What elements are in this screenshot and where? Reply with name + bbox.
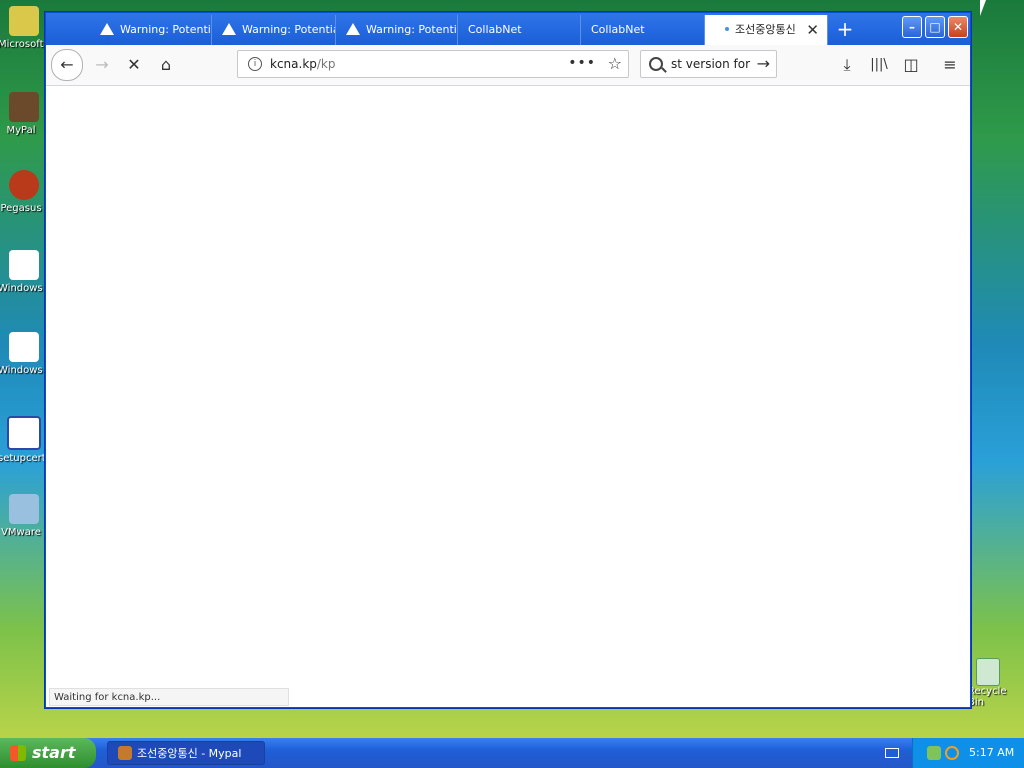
page-actions-icon[interactable]: ••• xyxy=(568,51,596,75)
library-button[interactable]: |||\ xyxy=(865,51,893,79)
pegasus-desktop-icon[interactable]: Pegasus xyxy=(0,170,48,215)
mypal-icon xyxy=(118,746,132,760)
system-tray: 5:17 AM xyxy=(912,738,1024,768)
tab-warning-1[interactable]: !Warning: Potential Security Risk Ahead xyxy=(90,15,212,45)
minimize-button[interactable]: – xyxy=(902,16,922,38)
taskbar: start 조선중앙통신 - Mypal 5:17 AM xyxy=(0,738,1024,768)
search-tray-icon[interactable] xyxy=(945,746,959,760)
windows-ultimate-desktop-icon-2[interactable]: Windows Ultimate xyxy=(0,332,48,377)
address-bar[interactable]: i kcna.kp/kp ••• ☆ xyxy=(237,50,629,78)
windows-logo-icon xyxy=(10,745,26,761)
vmware-desktop-icon[interactable]: VMware xyxy=(0,494,48,539)
outlook-icon xyxy=(9,6,39,36)
home-button[interactable]: ⌂ xyxy=(152,51,180,79)
tab-kcna-active[interactable]: 조선중앙통신 ✕ xyxy=(705,15,828,45)
warning-icon: ! xyxy=(222,23,236,45)
status-panel: Waiting for kcna.kp... xyxy=(49,688,289,706)
downloads-button[interactable]: ⤓ xyxy=(833,51,861,79)
mypal-icon xyxy=(9,92,39,122)
browser-window: !Warning: Potential Security Risk Ahead … xyxy=(44,11,972,709)
mouse-cursor-icon xyxy=(980,0,992,16)
pegasus-icon xyxy=(9,170,39,200)
search-input[interactable]: st version for xyxy=(671,51,751,77)
warning-icon: ! xyxy=(346,23,360,45)
navigation-toolbar: ← → ✕ ⌂ i kcna.kp/kp ••• ☆ st version fo… xyxy=(46,45,970,86)
tab-warning-3[interactable]: !Warning: Potential Security Risk Ahead xyxy=(336,15,458,45)
close-window-button[interactable]: ✕ xyxy=(948,16,968,38)
app-window-icon xyxy=(7,416,41,450)
start-button[interactable]: start xyxy=(0,738,96,768)
tab-strip: !Warning: Potential Security Risk Ahead … xyxy=(46,13,970,45)
bookmark-star-icon[interactable]: ☆ xyxy=(608,51,622,77)
menu-button[interactable]: ≡ xyxy=(936,51,964,79)
sidebar-button[interactable]: ◫ xyxy=(897,51,925,79)
search-go-icon[interactable]: → xyxy=(757,51,770,77)
ie-icon xyxy=(9,332,39,362)
search-bar[interactable]: st version for → xyxy=(640,50,777,78)
forward-button[interactable]: → xyxy=(88,51,116,79)
page-content: Waiting for kcna.kp... xyxy=(46,86,970,707)
close-tab-icon[interactable]: ✕ xyxy=(806,15,819,45)
ie-icon xyxy=(9,250,39,280)
keyboard-icon[interactable] xyxy=(885,748,899,758)
recycle-bin[interactable]: Recycle Bin xyxy=(968,658,1024,708)
mypal-desktop-icon[interactable]: MyPal xyxy=(0,92,48,137)
tab-warning-2[interactable]: !Warning: Potential Security Risk Ahead xyxy=(212,15,336,45)
loading-dot-icon xyxy=(725,27,729,31)
warning-icon: ! xyxy=(100,23,114,45)
taskbar-window-button[interactable]: 조선중앙통신 - Mypal xyxy=(107,741,265,765)
recycle-bin-icon xyxy=(976,658,1000,686)
network-icon[interactable] xyxy=(927,746,941,760)
tab-collabnet-1[interactable]: CollabNet xyxy=(458,15,581,45)
maximize-button[interactable]: □ xyxy=(925,16,945,38)
setupcert-desktop-icon[interactable]: setupcert xyxy=(0,416,48,465)
url-text[interactable]: kcna.kp/kp xyxy=(270,51,336,77)
clock[interactable]: 5:17 AM xyxy=(969,738,1014,768)
vmware-icon xyxy=(9,494,39,524)
info-icon[interactable]: i xyxy=(248,57,262,71)
search-icon xyxy=(649,57,663,71)
back-button[interactable]: ← xyxy=(51,49,83,81)
new-tab-button[interactable]: + xyxy=(830,15,860,45)
stop-button[interactable]: ✕ xyxy=(120,51,148,79)
tab-collabnet-2[interactable]: CollabNet xyxy=(581,15,705,45)
outlook-desktop-icon[interactable]: Microsoft Outlook xyxy=(0,6,48,51)
windows-ultimate-desktop-icon-1[interactable]: Windows Ultimate xyxy=(0,250,48,295)
